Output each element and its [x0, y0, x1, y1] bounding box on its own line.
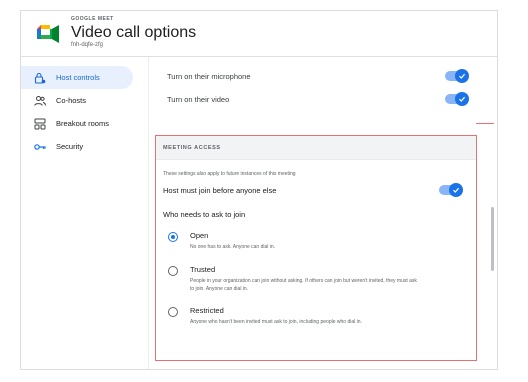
access-option-trusted[interactable]: Trusted People in your organization can …	[168, 265, 448, 293]
radio-trusted[interactable]	[168, 266, 178, 276]
meeting-code: fnh-dqfe-zfg	[71, 42, 104, 48]
sidebar-item-label: Host controls	[56, 73, 100, 82]
video-label: Turn on their video	[167, 94, 230, 104]
key-icon	[33, 141, 47, 153]
host-must-join-row: Host must join before anyone else	[163, 183, 463, 197]
settings-content: Turn on their microphone Turn on their v…	[149, 57, 489, 369]
sidebar-item-co-hosts[interactable]: Co-hosts	[21, 89, 149, 112]
microphone-label: Turn on their microphone	[167, 71, 251, 81]
meeting-access-section: MEETING ACCESS These settings also apply…	[155, 135, 477, 361]
option-description: Anyone who hasn't been invited must ask …	[190, 319, 362, 325]
video-call-options-panel: GOOGLE MEET Video call options fnh-dqfe-…	[20, 10, 498, 370]
access-option-restricted[interactable]: Restricted Anyone who hasn't been invite…	[168, 306, 448, 326]
section-title: MEETING ACCESS	[163, 145, 221, 151]
sidebar-item-label: Security	[56, 142, 84, 151]
option-title: Restricted	[190, 306, 224, 315]
section-note: These settings also apply to future inst…	[163, 171, 296, 177]
who-needs-to-ask-heading: Who needs to ask to join	[163, 210, 246, 219]
header: GOOGLE MEET Video call options fnh-dqfe-…	[21, 11, 497, 57]
sidebar: Host controls Co-hosts Breakout rooms Se…	[21, 61, 149, 158]
lock-person-icon	[33, 72, 47, 84]
sidebar-item-breakout-rooms[interactable]: Breakout rooms	[21, 112, 149, 135]
option-title: Open	[190, 231, 209, 240]
microphone-row: Turn on their microphone	[167, 69, 469, 83]
check-icon	[455, 69, 469, 83]
app-name: GOOGLE MEET	[71, 16, 114, 22]
google-meet-icon	[37, 25, 59, 43]
video-toggle[interactable]	[445, 92, 469, 106]
video-row: Turn on their video	[167, 92, 469, 106]
check-icon	[449, 183, 463, 197]
host-must-join-toggle[interactable]	[439, 183, 463, 197]
scrollbar-thumb[interactable]	[491, 207, 494, 271]
people-icon	[33, 95, 47, 107]
option-title: Trusted	[190, 265, 216, 274]
access-option-open[interactable]: Open No one has to ask. Anyone can dial …	[168, 231, 448, 251]
page-title: Video call options	[71, 24, 197, 41]
sidebar-item-host-controls[interactable]: Host controls	[21, 66, 133, 89]
check-icon	[455, 92, 469, 106]
section-header: MEETING ACCESS	[156, 136, 476, 160]
sidebar-item-label: Co-hosts	[56, 96, 87, 105]
host-must-join-label: Host must join before anyone else	[163, 185, 277, 195]
microphone-toggle[interactable]	[445, 69, 469, 83]
option-description: No one has to ask. Anyone can dial in.	[190, 244, 276, 250]
sidebar-item-security[interactable]: Security	[21, 135, 149, 158]
grid-icon	[33, 118, 47, 130]
sidebar-item-label: Breakout rooms	[56, 119, 109, 128]
callout-line	[476, 123, 494, 124]
option-description: People in your organization can join wit…	[190, 278, 417, 292]
radio-restricted[interactable]	[168, 307, 178, 317]
radio-open[interactable]	[168, 232, 178, 242]
